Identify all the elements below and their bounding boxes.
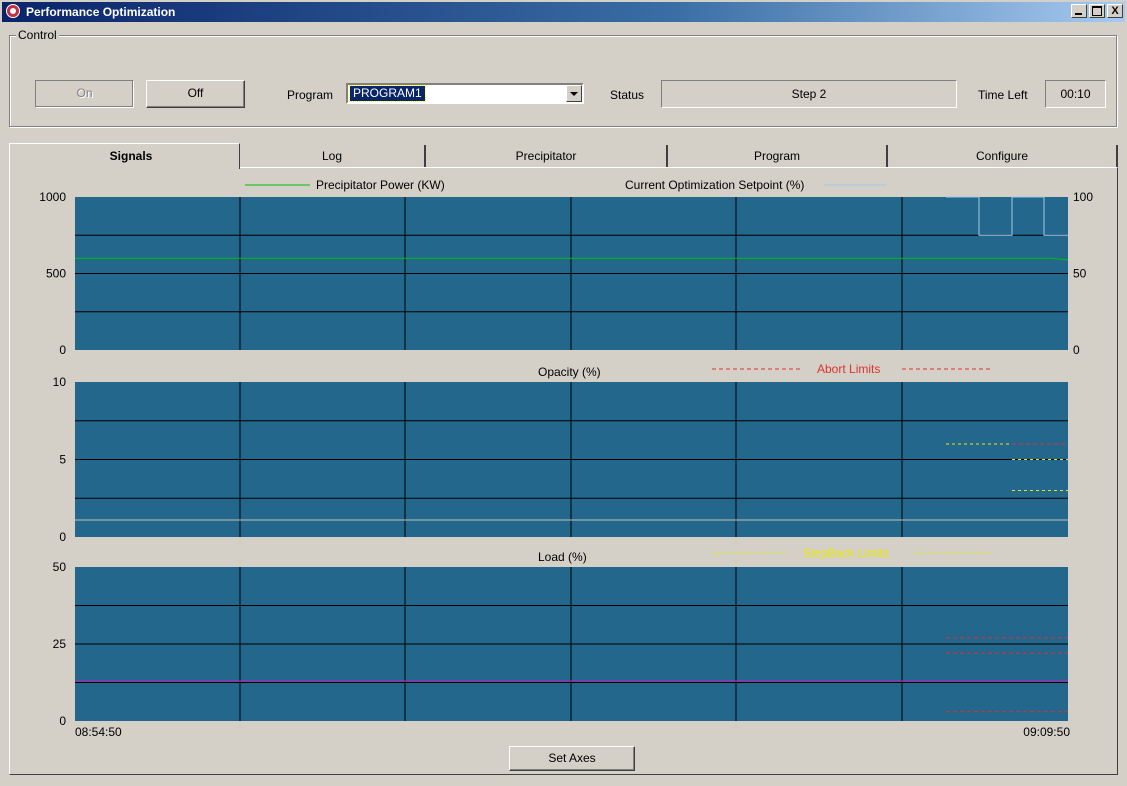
opacity-title: Opacity (%)	[538, 365, 601, 379]
y-tick-label: 1000	[39, 190, 66, 204]
set-axes-button[interactable]: Set Axes	[509, 746, 635, 771]
y2-tick-label: 100	[1073, 190, 1093, 204]
app-window: Performance Optimization X Control On Of…	[0, 0, 1127, 786]
signals-charts: Precipitator Power (KW) Current Optimiza…	[39, 178, 1093, 739]
y2-tick-label: 0	[1073, 343, 1080, 357]
load-title: Load (%)	[538, 550, 587, 564]
y-tick-label: 500	[46, 267, 66, 281]
x-tick-label-start: 08:54:50	[75, 725, 122, 739]
y-tick-label: 50	[53, 560, 67, 574]
y-tick-label: 0	[59, 343, 66, 357]
y-tick-label: 5	[59, 453, 66, 467]
y-tick-label: 10	[53, 375, 67, 389]
x-tick-label-end: 09:09:50	[1023, 725, 1070, 739]
y-tick-label: 0	[59, 714, 66, 728]
legend-abort-label: Abort Limits	[817, 362, 880, 376]
legend-setpoint-label: Current Optimization Setpoint (%)	[625, 178, 804, 192]
y-tick-label: 0	[59, 530, 66, 544]
legend-power-label: Precipitator Power (KW)	[316, 178, 445, 192]
legend-stepback-label: StepBack Limits	[803, 546, 889, 560]
y2-tick-label: 50	[1073, 267, 1087, 281]
y-tick-label: 25	[53, 637, 67, 651]
